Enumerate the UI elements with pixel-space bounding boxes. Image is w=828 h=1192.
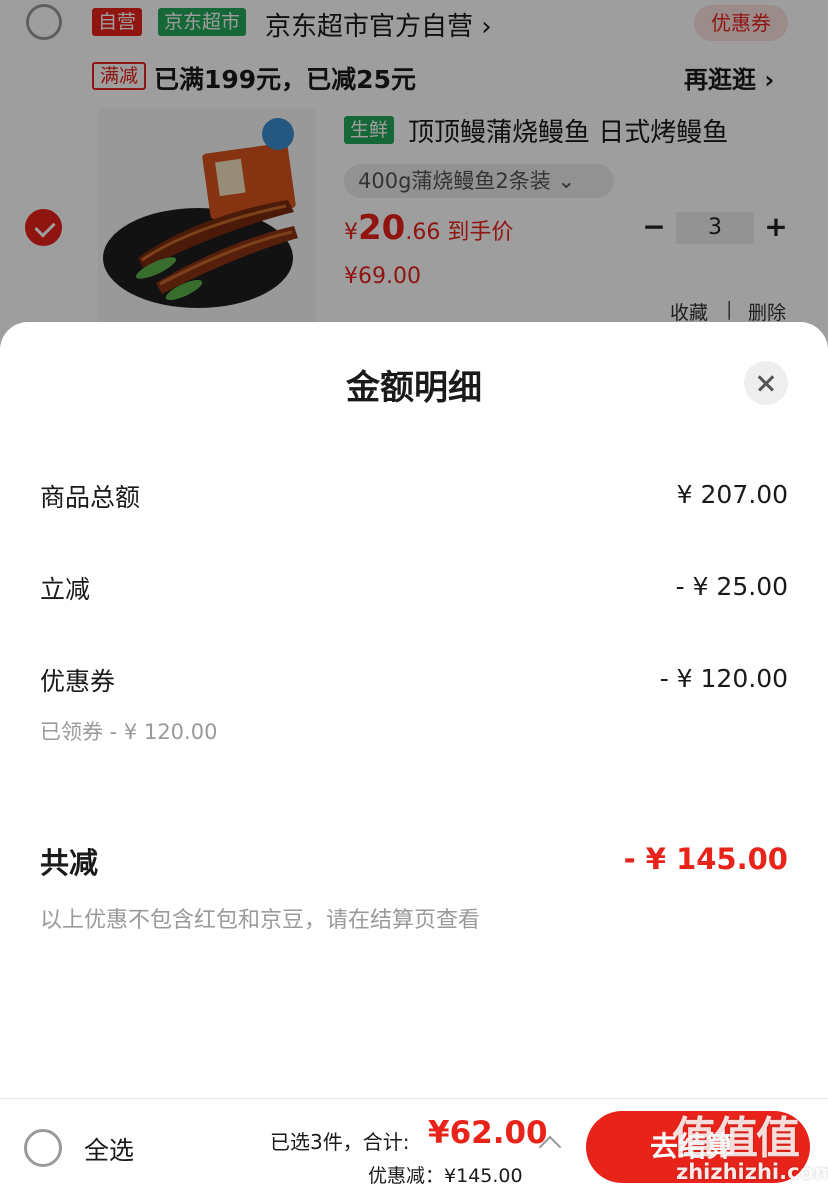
select-all-label[interactable]: 全选 [84,1131,134,1167]
instant-discount-label: 立减 [40,575,91,604]
coupon-value: - ¥ 120.00 [659,664,788,693]
goods-total-label: 商品总额 [40,483,141,512]
coupon-sub-text: 已领券 - ¥ 120.00 [40,720,218,744]
checkout-bar: 全选 已选3件，合计: ¥62.00 优惠减：¥145.00 去结算 [0,1098,828,1192]
select-all-radio[interactable] [24,1129,62,1167]
checkout-button[interactable]: 去结算 [586,1111,810,1183]
discount-summary: 优惠减：¥145.00 [368,1165,523,1187]
close-icon[interactable] [744,361,788,405]
discount-note: 以上优惠不包含红包和京豆，请在结算页查看 [40,908,481,933]
total-discount-value: - ¥ 145.00 [623,842,788,876]
instant-discount-value: - ¥ 25.00 [675,572,788,601]
selected-count-text: 已选3件，合计: [270,1130,410,1154]
goods-total-value: ¥ 207.00 [676,480,788,509]
amount-detail-sheet: 金额明细 商品总额 ¥ 207.00 立减 - ¥ 25.00 优惠券 - ¥ … [0,322,828,1098]
sheet-title: 金额明细 [346,368,482,408]
total-amount: ¥62.00 [428,1115,548,1151]
total-discount-label: 共减 [40,846,99,880]
coupon-label: 优惠券 [40,667,116,696]
